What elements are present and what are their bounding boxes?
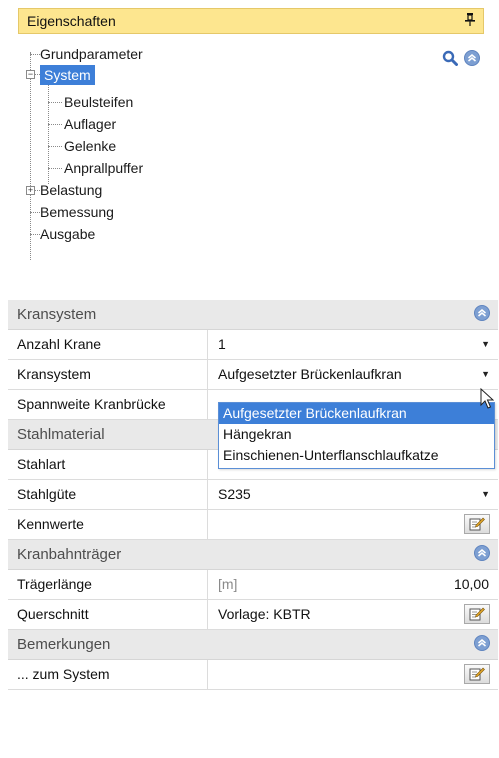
dropdown-option[interactable]: Einschienen-Unterflanschlaufkatze	[219, 445, 494, 466]
tree-connector	[30, 52, 31, 260]
tree-connector	[30, 212, 40, 213]
tree-connector	[48, 168, 62, 169]
tree-item-anprallpuffer[interactable]: Anprallpuffer	[64, 158, 143, 178]
tree-connector	[30, 54, 40, 55]
section-kransystem[interactable]: Kransystem	[8, 300, 498, 330]
properties-title-bar: Eigenschaften	[18, 8, 484, 34]
section-title: Kranbahnträger	[17, 546, 122, 563]
pin-icon[interactable]	[465, 13, 475, 29]
panel-title: Eigenschaften	[27, 13, 116, 29]
mouse-cursor-icon	[480, 387, 495, 413]
property-value: Aufgesetzter Brückenlaufkran	[218, 366, 402, 382]
property-value: Vorlage: KBTR	[218, 606, 311, 622]
unit-label: [m]	[218, 576, 238, 592]
property-label: ... zum System	[8, 660, 208, 689]
tree-connector	[30, 234, 40, 235]
property-value: 1	[218, 336, 226, 352]
tree-connector	[48, 124, 62, 125]
property-row: Querschnitt Vorlage: KBTR	[8, 600, 498, 630]
tree-connector	[48, 102, 62, 103]
kransystem-dropdown-list: Aufgesetzter Brückenlaufkran Hängekran E…	[218, 402, 495, 469]
property-row: Trägerlänge [m] 10,00	[8, 570, 498, 600]
dropdown-arrow-icon[interactable]: ▼	[481, 480, 490, 509]
property-grid: Kransystem Anzahl Krane 1 ▼ Kransystem A…	[8, 300, 498, 690]
edit-icon	[469, 667, 485, 681]
property-label: Kransystem	[8, 360, 208, 389]
edit-button[interactable]	[464, 514, 490, 534]
property-row: Anzahl Krane 1 ▼	[8, 330, 498, 360]
search-icon[interactable]	[442, 50, 458, 69]
property-label: Stahlgüte	[8, 480, 208, 509]
edit-icon	[469, 517, 485, 531]
collapse-section-icon[interactable]	[474, 304, 490, 325]
property-value: 10,00	[453, 576, 489, 592]
tree-item-beulsteifen[interactable]: Beulsteifen	[64, 92, 133, 112]
collapse-section-icon[interactable]	[474, 634, 490, 655]
edit-button[interactable]	[464, 664, 490, 684]
tree-connector	[48, 146, 62, 147]
dropdown-arrow-icon[interactable]: ▼	[481, 360, 490, 389]
collapse-section-icon[interactable]	[474, 544, 490, 565]
property-label: Kennwerte	[8, 510, 208, 539]
dropdown-option[interactable]: Aufgesetzter Brückenlaufkran	[219, 403, 494, 424]
section-kranbahntraeger[interactable]: Kranbahnträger	[8, 540, 498, 570]
anzahl-krane-select[interactable]: 1 ▼	[208, 330, 498, 359]
tree-toolbar	[442, 50, 480, 69]
section-title: Kransystem	[17, 306, 97, 323]
collapse-icon[interactable]: −	[26, 70, 35, 79]
navigation-tree: Grundparameter − System Beulsteifen Aufl…	[18, 44, 484, 284]
property-label: Querschnitt	[8, 600, 208, 629]
bemerkung-system-field	[208, 660, 498, 689]
tree-item-ausgabe[interactable]: Ausgabe	[40, 224, 95, 244]
property-row: Kennwerte	[8, 510, 498, 540]
kransystem-select[interactable]: Aufgesetzter Brückenlaufkran ▼	[208, 360, 498, 389]
property-row: Stahlgüte S235 ▼	[8, 480, 498, 510]
tree-item-system[interactable]: System	[40, 65, 95, 85]
tree-item-bemessung[interactable]: Bemessung	[40, 202, 114, 222]
collapse-all-icon[interactable]	[464, 50, 480, 69]
property-value: S235	[218, 486, 251, 502]
stahlguete-select[interactable]: S235 ▼	[208, 480, 498, 509]
dropdown-option[interactable]: Hängekran	[219, 424, 494, 445]
tree-item-belastung[interactable]: Belastung	[40, 180, 102, 200]
property-label: Trägerlänge	[8, 570, 208, 599]
section-bemerkungen[interactable]: Bemerkungen	[8, 630, 498, 660]
querschnitt-field: Vorlage: KBTR	[208, 600, 498, 629]
dropdown-arrow-icon[interactable]: ▼	[481, 330, 490, 359]
property-label: Stahlart	[8, 450, 208, 479]
property-label: Spannweite Kranbrücke	[8, 390, 208, 419]
section-title: Stahlmaterial	[17, 426, 105, 443]
traegerlaenge-input[interactable]: [m] 10,00	[208, 570, 498, 599]
tree-item-grundparameter[interactable]: Grundparameter	[40, 44, 143, 64]
tree-item-gelenke[interactable]: Gelenke	[64, 136, 116, 156]
section-title: Bemerkungen	[17, 636, 111, 653]
property-row: Kransystem Aufgesetzter Brückenlaufkran …	[8, 360, 498, 390]
kennwerte-field	[208, 510, 498, 539]
tree-item-auflager[interactable]: Auflager	[64, 114, 116, 134]
expand-icon[interactable]: +	[26, 186, 35, 195]
edit-icon	[469, 607, 485, 621]
property-label: Anzahl Krane	[8, 330, 208, 359]
edit-button[interactable]	[464, 604, 490, 624]
property-row: ... zum System	[8, 660, 498, 690]
